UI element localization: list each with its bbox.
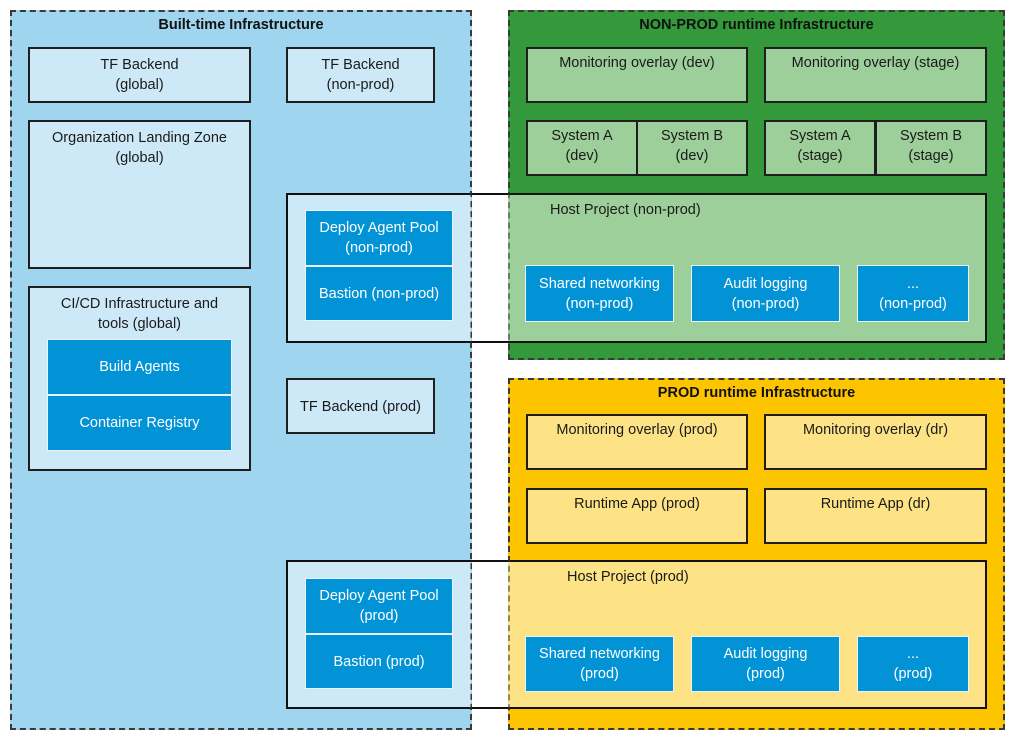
shared-networking-nonprod-label: Shared networking xyxy=(539,275,660,292)
system-a-stage-label: System A xyxy=(789,128,851,144)
tf-backend-global: TF Backend (global) xyxy=(28,47,251,103)
other-service-nonprod-label: ... xyxy=(906,275,920,292)
monitoring-prod-label: Monitoring overlay (prod) xyxy=(556,422,718,438)
monitoring-overlay-stage: Monitoring overlay (stage) xyxy=(764,47,987,103)
system-b-stage: System B (stage) xyxy=(875,120,987,176)
runtime-app-prod-label: Runtime App (prod) xyxy=(574,496,700,512)
prod-title: PROD runtime Infrastructure xyxy=(657,385,856,401)
tf-backend-nonprod-scope: (non-prod) xyxy=(326,77,395,93)
audit-logging-nonprod-env: (non-prod) xyxy=(731,295,800,312)
audit-logging-prod: Audit logging (prod) xyxy=(691,636,840,692)
shared-networking-nonprod: Shared networking (non-prod) xyxy=(525,265,674,322)
monitoring-overlay-prod: Monitoring overlay (prod) xyxy=(526,414,748,470)
runtime-app-dr: Runtime App (dr) xyxy=(764,488,987,544)
other-service-nonprod: ... (non-prod) xyxy=(857,265,969,322)
landing-zone-scope: (global) xyxy=(115,150,164,166)
runtime-app-prod: Runtime App (prod) xyxy=(526,488,748,544)
deploy-agent-pool-nonprod-env: (non-prod) xyxy=(345,240,413,256)
monitoring-dev-label: Monitoring overlay (dev) xyxy=(559,55,715,71)
shared-networking-prod-label: Shared networking xyxy=(539,646,660,662)
shared-networking-prod: Shared networking (prod) xyxy=(525,636,674,692)
build-agents: Build Agents xyxy=(47,339,232,395)
landing-zone-label: Organization Landing Zone xyxy=(52,130,227,146)
audit-logging-prod-label: Audit logging xyxy=(723,646,808,662)
monitoring-overlay-dev: Monitoring overlay (dev) xyxy=(526,47,748,103)
build-agents-label: Build Agents xyxy=(99,359,180,375)
tf-backend-prod: TF Backend (prod) xyxy=(286,378,435,434)
audit-logging-prod-env: (prod) xyxy=(746,666,785,682)
other-service-prod-label: ... xyxy=(906,646,920,662)
other-service-nonprod-env: (non-prod) xyxy=(879,295,947,312)
system-a-dev: System A (dev) xyxy=(526,120,638,176)
shared-networking-prod-env: (prod) xyxy=(580,666,619,682)
system-b-dev-env: (dev) xyxy=(675,148,709,164)
system-a-stage-env: (stage) xyxy=(797,148,843,164)
system-a-dev-label: System A xyxy=(551,128,613,144)
audit-logging-nonprod: Audit logging (non-prod) xyxy=(691,265,840,322)
system-a-dev-env: (dev) xyxy=(565,148,599,164)
runtime-app-dr-label: Runtime App (dr) xyxy=(820,496,931,512)
host-project-prod-title: Host Project (prod) xyxy=(567,569,689,585)
other-service-prod-env: (prod) xyxy=(893,666,933,682)
monitoring-stage-label: Monitoring overlay (stage) xyxy=(791,55,960,71)
deploy-agent-pool-prod-label: Deploy Agent Pool xyxy=(319,588,439,604)
bastion-nonprod-label: Bastion (non-prod) xyxy=(318,285,440,302)
monitoring-dr-label: Monitoring overlay (dr) xyxy=(802,422,949,438)
tf-backend-global-label: TF Backend xyxy=(100,57,179,73)
tf-backend-prod-label: TF Backend (prod) xyxy=(300,399,421,415)
container-registry-label: Container Registry xyxy=(79,415,200,431)
system-b-dev: System B (dev) xyxy=(636,120,748,176)
tf-backend-nonprod-label: TF Backend xyxy=(321,57,400,73)
deploy-agent-pool-nonprod: Deploy Agent Pool (non-prod) xyxy=(305,210,453,266)
tf-backend-nonprod: TF Backend (non-prod) xyxy=(286,47,435,103)
deploy-agent-pool-prod: Deploy Agent Pool (prod) xyxy=(305,578,453,634)
bastion-nonprod: Bastion (non-prod) xyxy=(305,266,453,321)
system-b-dev-label: System B xyxy=(660,128,724,144)
system-a-stage: System A (stage) xyxy=(764,120,876,176)
bastion-prod: Bastion (prod) xyxy=(305,634,453,689)
cicd-title-line1: CI/CD Infrastructure and xyxy=(60,296,219,312)
system-b-stage-env: (stage) xyxy=(908,148,954,164)
audit-logging-nonprod-label: Audit logging xyxy=(723,275,808,292)
built-time-title: Built-time Infrastructure xyxy=(158,17,324,33)
host-project-nonprod-title: Host Project (non-prod) xyxy=(550,202,701,218)
deploy-agent-pool-prod-env: (prod) xyxy=(359,608,399,624)
bastion-prod-label: Bastion (prod) xyxy=(333,653,425,670)
container-registry: Container Registry xyxy=(47,395,232,451)
cicd-title-line2: tools (global) xyxy=(97,316,181,332)
monitoring-overlay-dr: Monitoring overlay (dr) xyxy=(764,414,987,470)
organization-landing-zone: Organization Landing Zone (global) xyxy=(28,120,251,269)
nonprod-title: NON-PROD runtime Infrastructure xyxy=(639,17,874,33)
tf-backend-global-scope: (global) xyxy=(115,77,164,93)
system-b-stage-label: System B xyxy=(899,128,963,144)
deploy-agent-pool-nonprod-label: Deploy Agent Pool xyxy=(319,220,439,236)
other-service-prod: ... (prod) xyxy=(857,636,969,692)
shared-networking-nonprod-env: (non-prod) xyxy=(565,295,634,312)
